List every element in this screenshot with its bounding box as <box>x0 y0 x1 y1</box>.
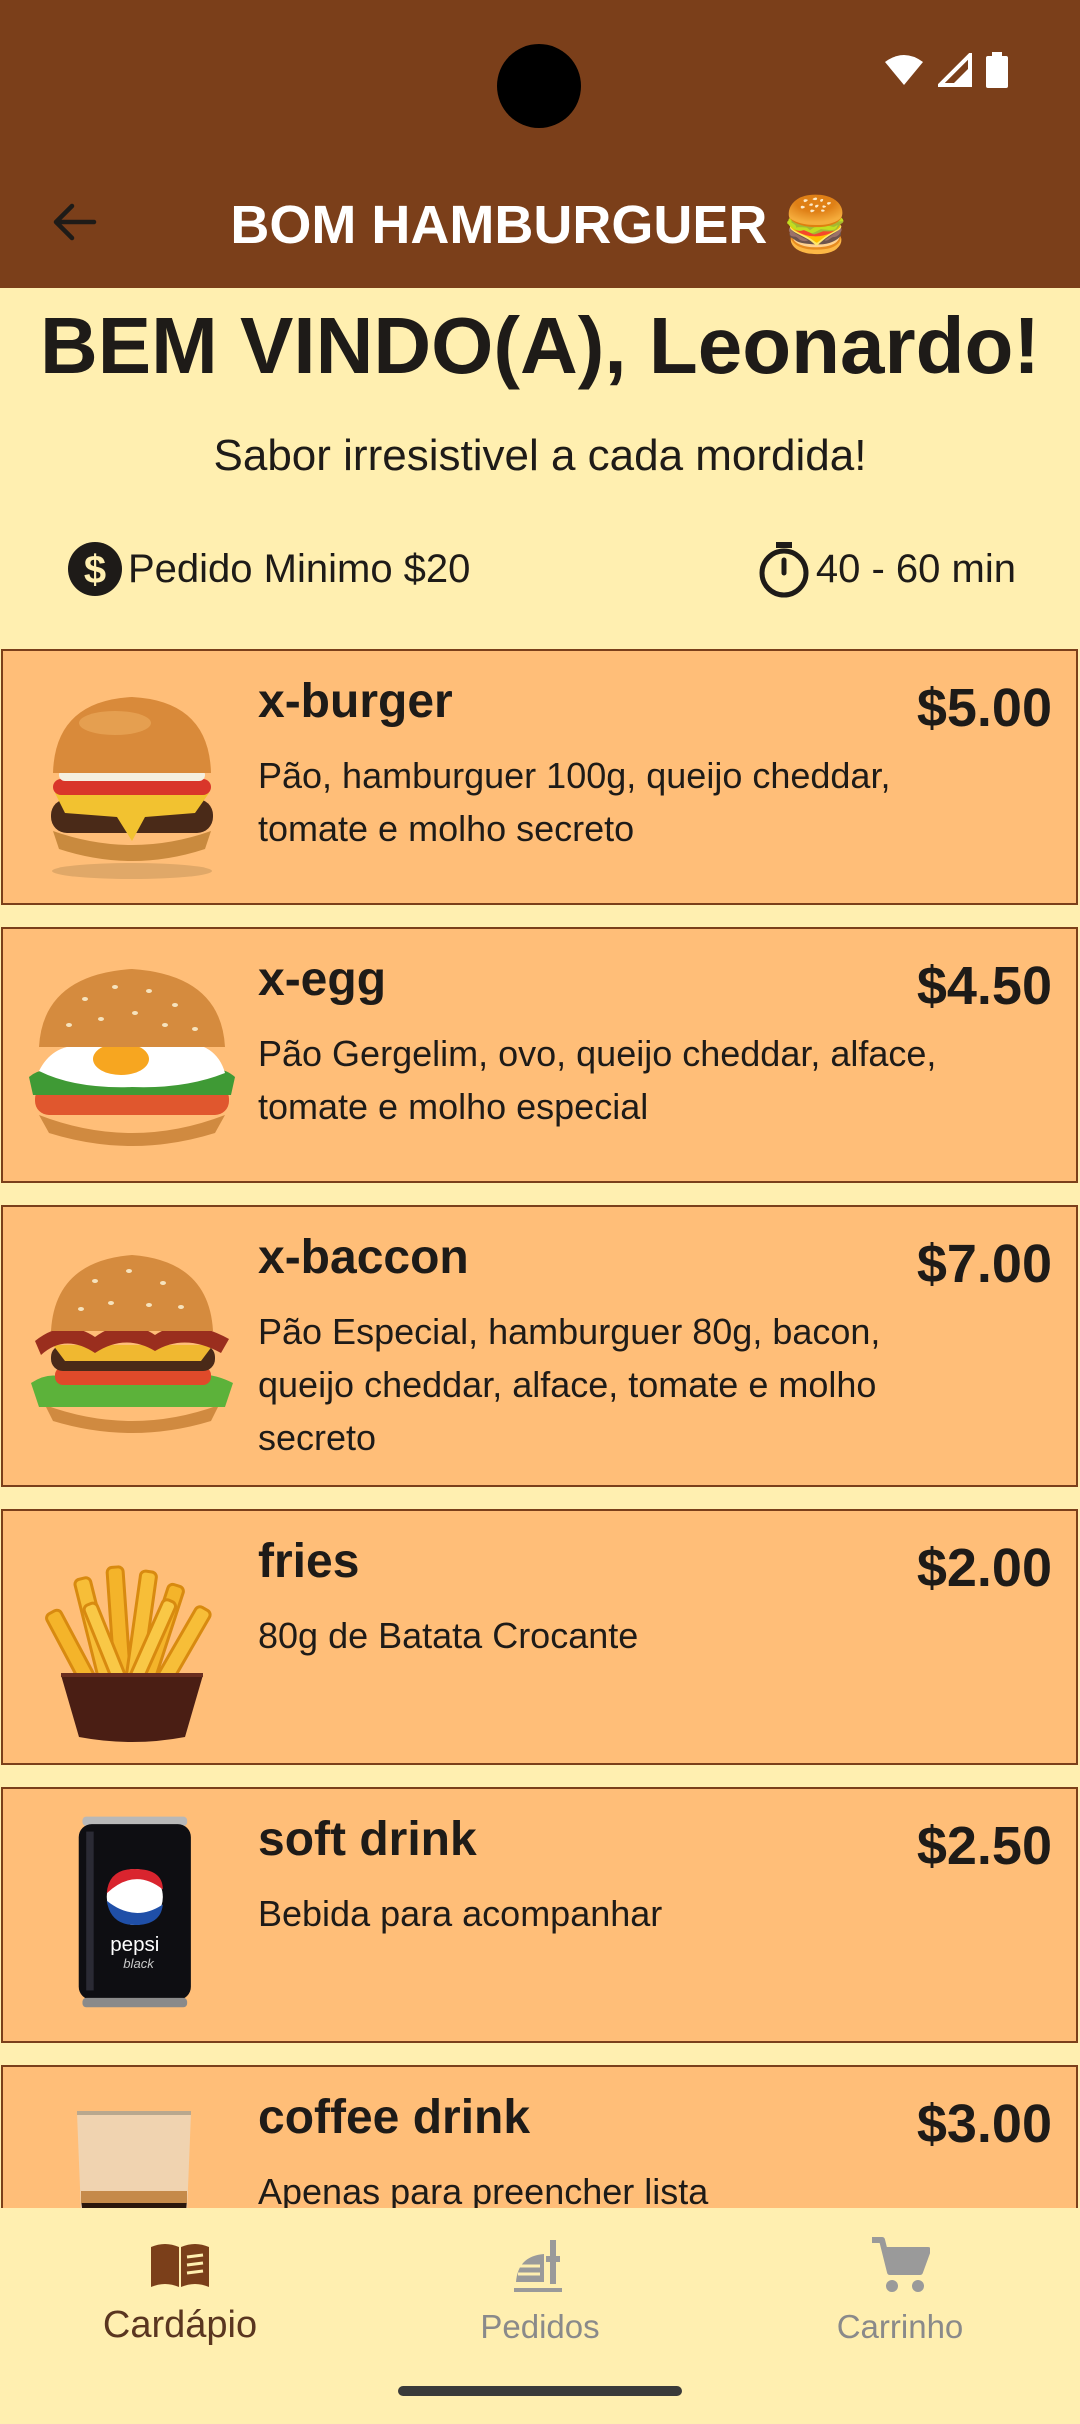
item-name: x-burger <box>258 675 453 728</box>
home-indicator <box>398 2386 682 2396</box>
burger-image <box>51 697 213 879</box>
min-order-info: $ Pedido Minimo $20 <box>66 536 470 602</box>
item-name: fries <box>258 1535 360 1588</box>
nav-label-carrinho: Carrinho <box>836 2308 964 2345</box>
menu-item-fries[interactable]: fries $2.00 80g de Batata Crocante <box>1 1509 1078 1765</box>
item-name: x-baccon <box>258 1231 469 1284</box>
bacon-burger-image <box>31 1255 233 1433</box>
menu-item-x-egg[interactable]: x-egg $4.50 Pão Gergelim, ovo, queijo ch… <box>1 927 1078 1183</box>
item-description: Bebida para acompanhar <box>258 1893 663 1934</box>
svg-text:pepsi: pepsi <box>110 1933 159 1956</box>
nav-label-pedidos: Pedidos <box>480 2308 600 2345</box>
fries-image <box>45 1565 212 1742</box>
menu-item-x-burger[interactable]: x-burger $5.00 Pão, hamburguer 100g, que… <box>1 649 1078 905</box>
camera-cutout <box>497 44 581 128</box>
svg-text:black: black <box>123 1956 155 1971</box>
nav-label-cardapio: Cardápio <box>102 2304 258 2346</box>
item-price: $4.50 <box>916 956 1052 1016</box>
min-order-text: Pedido Minimo $20 <box>128 546 471 591</box>
status-bar <box>0 0 1080 160</box>
nav-tab-cardapio[interactable]: Cardápio <box>0 2208 360 2358</box>
menu-item-x-baccon[interactable]: x-baccon $7.00 Pão Especial, hamburguer … <box>1 1205 1078 1487</box>
item-name: coffee drink <box>258 2091 531 2144</box>
wifi-icon <box>885 55 923 85</box>
app-title: BOM HAMBURGUER 🍔 <box>230 195 850 255</box>
item-price: $2.00 <box>916 1538 1052 1598</box>
svg-text:$: $ <box>84 548 106 592</box>
dollar-icon: $ <box>68 542 122 596</box>
orders-icon <box>514 2240 562 2292</box>
tagline: Sabor irresistivel a cada mordida! <box>213 431 867 480</box>
delivery-time-text: 40 - 60 min <box>815 546 1016 591</box>
item-price: $2.50 <box>916 1816 1052 1876</box>
item-price: $3.00 <box>916 2094 1052 2154</box>
menu-item-soft-drink[interactable]: pepsi black soft drink $2.50 Bebida para… <box>1 1787 1078 2043</box>
item-name: x-egg <box>258 953 387 1006</box>
soda-can-image: pepsi black <box>78 1816 191 2008</box>
signal-icon <box>938 53 972 87</box>
welcome-heading: BEM VINDO(A), Leonardo! <box>40 301 1040 390</box>
item-name: soft drink <box>258 1813 477 1866</box>
nav-tab-carrinho[interactable]: Carrinho <box>720 2208 1080 2358</box>
item-description: Pão Especial, hamburguer 80g, bacon, que… <box>258 1311 881 1458</box>
item-price: $5.00 <box>916 678 1052 738</box>
item-description: Pão Gergelim, ovo, queijo cheddar, alfac… <box>258 1033 937 1127</box>
item-price: $7.00 <box>916 1234 1052 1294</box>
menu-book-icon <box>151 2244 209 2287</box>
app-bar: BOM HAMBURGUER 🍔 <box>0 160 1080 288</box>
item-description: Pão, hamburguer 100g, queijo cheddar, to… <box>258 755 891 849</box>
battery-icon <box>986 52 1008 88</box>
timer-icon <box>759 542 809 598</box>
status-icons <box>884 52 1008 88</box>
egg-burger-image <box>29 969 235 1146</box>
item-description: 80g de Batata Crocante <box>258 1615 639 1656</box>
cart-icon <box>872 2237 930 2292</box>
delivery-time-info: 40 - 60 min <box>756 536 1016 602</box>
nav-tab-pedidos[interactable]: Pedidos <box>360 2208 720 2358</box>
